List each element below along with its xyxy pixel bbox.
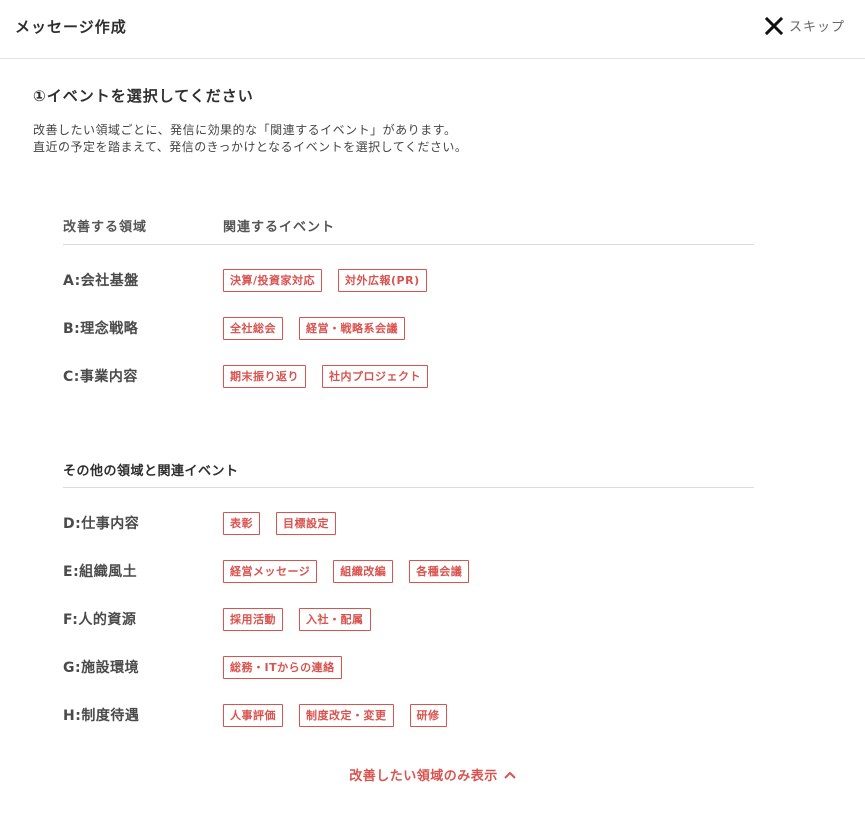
event-tag[interactable]: 人事評価 (223, 703, 283, 727)
event-tag-group: 表彰 目標設定 (223, 511, 352, 535)
event-tag[interactable]: 入社・配属 (299, 607, 371, 631)
event-tag-group: 全社総会 経営・戦略系会議 (223, 316, 421, 340)
step-title: ①イベントを選択してください (33, 87, 254, 105)
show-target-areas-only-toggle[interactable]: 改善したい領域のみ表示 (0, 765, 865, 784)
event-tag[interactable]: 全社総会 (223, 316, 283, 340)
column-header-area: 改善する領域 (63, 220, 148, 235)
skip-button[interactable]: スキップ (764, 16, 845, 35)
area-row: E:組織風土 経営メッセージ 組織改編 各種会議 (63, 559, 485, 583)
area-label: E:組織風土 (63, 564, 138, 580)
area-row: B:理念戦略 全社総会 経営・戦略系会議 (63, 316, 421, 340)
event-tag[interactable]: 採用活動 (223, 607, 283, 631)
event-tag[interactable]: 決算/投資家対応 (223, 268, 323, 292)
area-label: H:制度待遇 (63, 708, 140, 724)
step-description: 改善したい領域ごとに、発信に効果的な「関連するイベント」があります。 直近の予定… (33, 122, 467, 156)
area-label: B:理念戦略 (63, 321, 139, 337)
event-tag[interactable]: 社内プロジェクト (322, 364, 428, 388)
toggle-label: 改善したい領域のみ表示 (349, 769, 498, 784)
event-tag-group: 期末振り返り 社内プロジェクト (223, 364, 444, 388)
page-title: メッセージ作成 (15, 18, 127, 36)
chevron-up-icon (504, 771, 516, 779)
area-label: A:会社基盤 (63, 273, 139, 289)
description-line: 直近の予定を踏まえて、発信のきっかけとなるイベントを選択してください。 (33, 140, 468, 154)
area-label: G:施設環境 (63, 660, 140, 676)
event-tag[interactable]: 各種会議 (409, 559, 470, 583)
area-row: C:事業内容 期末振り返り 社内プロジェクト (63, 364, 444, 388)
divider (63, 487, 754, 488)
area-label: F:人的資源 (63, 612, 137, 628)
event-tag[interactable]: 期末振り返り (223, 364, 306, 388)
other-section-title: その他の領域と関連イベント (63, 464, 239, 479)
column-header-events: 関連するイベント (223, 220, 336, 235)
event-tag[interactable]: 組織改編 (333, 559, 394, 583)
close-icon (764, 16, 783, 35)
skip-label: スキップ (788, 20, 845, 35)
area-row: D:仕事内容 表彰 目標設定 (63, 511, 352, 535)
event-tag[interactable]: 表彰 (223, 511, 260, 535)
description-line: 改善したい領域ごとに、発信に効果的な「関連するイベント」があります。 (33, 123, 457, 137)
divider (63, 244, 754, 245)
event-tag-group: 経営メッセージ 組織改編 各種会議 (223, 559, 485, 583)
event-tag[interactable]: 研修 (409, 703, 447, 727)
event-tag[interactable]: 対外広報(PR) (338, 268, 427, 292)
area-row: H:制度待遇 人事評価 制度改定・変更 研修 (63, 703, 463, 727)
area-row: F:人的資源 採用活動 入社・配属 (63, 607, 387, 631)
event-tag[interactable]: 制度改定・変更 (299, 703, 394, 727)
event-tag-group: 採用活動 入社・配属 (223, 607, 387, 631)
event-tag[interactable]: 総務・ITからの連絡 (223, 655, 342, 679)
area-label: D:仕事内容 (63, 516, 140, 532)
area-label: C:事業内容 (63, 369, 138, 385)
event-tag[interactable]: 経営メッセージ (223, 559, 318, 583)
event-tag-group: 決算/投資家対応 対外広報(PR) (223, 268, 443, 292)
event-tag[interactable]: 経営・戦略系会議 (299, 316, 405, 340)
area-row: A:会社基盤 決算/投資家対応 対外広報(PR) (63, 268, 443, 292)
event-tag[interactable]: 目標設定 (276, 511, 336, 535)
event-tag-group: 人事評価 制度改定・変更 研修 (223, 703, 463, 727)
header-bar: メッセージ作成 スキップ (0, 0, 865, 59)
area-row: G:施設環境 総務・ITからの連絡 (63, 655, 358, 679)
event-tag-group: 総務・ITからの連絡 (223, 655, 358, 679)
